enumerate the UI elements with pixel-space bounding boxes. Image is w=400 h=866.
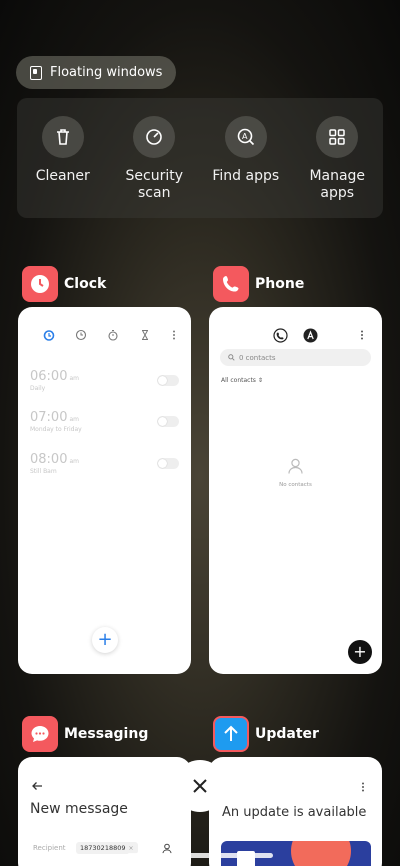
person-icon bbox=[288, 458, 303, 474]
clock-app-icon bbox=[22, 266, 58, 302]
alarm-row[interactable]: 07:00 am Monday to Friday bbox=[30, 410, 179, 444]
filter-sort-icon: ⇕ bbox=[257, 377, 263, 384]
alarm-toggle[interactable] bbox=[157, 458, 179, 469]
manage-apps-button[interactable]: Manage apps bbox=[297, 116, 377, 218]
alarm-repeat: Daily bbox=[30, 385, 46, 392]
updater-app-icon bbox=[213, 716, 249, 752]
messaging-app-icon bbox=[22, 716, 58, 752]
remove-recipient-icon[interactable]: × bbox=[129, 845, 134, 852]
alarm-repeat: Still Bam bbox=[30, 468, 57, 475]
phone-app-header[interactable]: Phone bbox=[213, 266, 304, 302]
clock-app-header[interactable]: Clock bbox=[22, 266, 106, 302]
clock-window[interactable]: 06:00 am Daily 07:00 am Monday to Friday 0… bbox=[18, 307, 191, 674]
messaging-window[interactable]: New message Recipient 18730218809 × bbox=[18, 757, 191, 866]
contacts-filter-label: All contacts bbox=[221, 377, 256, 384]
clock-app-name: Clock bbox=[64, 276, 107, 292]
alarm-time: 08:00 bbox=[30, 452, 68, 467]
clock-tabs bbox=[18, 329, 191, 341]
find-apps-label: Find apps bbox=[212, 168, 280, 184]
alarm-time: 07:00 bbox=[30, 410, 68, 425]
back-arrow-icon[interactable] bbox=[31, 781, 43, 791]
search-apps-icon: A bbox=[224, 116, 267, 158]
more-options-icon[interactable] bbox=[171, 329, 177, 341]
call-log-icon[interactable] bbox=[273, 328, 288, 343]
more-options-icon[interactable] bbox=[360, 781, 366, 793]
messaging-app-header[interactable]: Messaging bbox=[22, 716, 148, 752]
new-message-title: New message bbox=[30, 801, 128, 817]
update-available-text: An update is available bbox=[222, 805, 367, 820]
add-contact-button[interactable]: + bbox=[348, 640, 372, 664]
alarm-repeat: Monday to Friday bbox=[30, 426, 82, 433]
home-indicator[interactable] bbox=[127, 853, 273, 858]
grid-icon bbox=[316, 116, 359, 158]
recipient-number: 18730218809 bbox=[80, 844, 126, 852]
trash-icon bbox=[41, 116, 84, 158]
alarm-row[interactable]: 06:00 am Daily bbox=[30, 369, 179, 403]
floating-windows-label: Floating windows bbox=[50, 65, 163, 80]
alarm-ampm: am bbox=[69, 458, 79, 465]
search-icon bbox=[228, 354, 235, 361]
updater-app-name: Updater bbox=[255, 726, 319, 742]
phone-window[interactable]: 0 contacts All contacts ⇕ No contacts + bbox=[209, 307, 382, 674]
alarm-toggle[interactable] bbox=[157, 416, 179, 427]
contact-search-field[interactable]: 0 contacts bbox=[220, 349, 371, 366]
cleaner-label: Cleaner bbox=[35, 168, 90, 184]
alarm-toggle[interactable] bbox=[157, 375, 179, 386]
more-options-icon[interactable] bbox=[359, 329, 365, 341]
alarm-time: 06:00 bbox=[30, 369, 68, 384]
phone-app-icon bbox=[213, 266, 249, 302]
updater-app-header[interactable]: Updater bbox=[213, 716, 319, 752]
gauge-icon bbox=[133, 116, 176, 158]
security-scan-button[interactable]: Security scan bbox=[114, 116, 194, 218]
add-alarm-button[interactable]: + bbox=[92, 627, 118, 653]
floating-windows-button[interactable]: Floating windows bbox=[16, 56, 177, 89]
alarm-ampm: am bbox=[69, 375, 79, 382]
contacts-filter[interactable]: All contacts ⇕ bbox=[221, 377, 263, 384]
find-apps-button[interactable]: A Find apps bbox=[206, 116, 286, 218]
cleaner-button[interactable]: Cleaner bbox=[23, 116, 103, 218]
phone-app-name: Phone bbox=[255, 276, 305, 292]
alarm-ampm: am bbox=[69, 416, 79, 423]
timer-icon[interactable] bbox=[139, 329, 151, 341]
alarm-row[interactable]: 08:00 am Still Bam bbox=[30, 452, 179, 486]
clear-all-button[interactable] bbox=[174, 760, 226, 812]
messaging-app-name: Messaging bbox=[64, 726, 149, 742]
recipient-label: Recipient bbox=[33, 844, 66, 852]
no-contacts-text: No contacts bbox=[279, 482, 312, 488]
security-scan-label: Security scan bbox=[125, 168, 184, 201]
manage-apps-label: Manage apps bbox=[309, 168, 366, 201]
quick-tools-panel: Cleaner Security scan A Find apps Manage… bbox=[17, 98, 383, 218]
alarm-icon[interactable] bbox=[43, 329, 55, 341]
close-icon bbox=[193, 779, 207, 793]
floating-window-icon bbox=[30, 65, 42, 80]
stopwatch-icon[interactable] bbox=[107, 329, 119, 341]
world-clock-icon[interactable] bbox=[75, 329, 87, 341]
svg-text:A: A bbox=[242, 132, 248, 141]
contact-search-placeholder: 0 contacts bbox=[239, 353, 276, 362]
updater-window[interactable]: An update is available bbox=[209, 757, 382, 866]
contacts-tab-icon[interactable] bbox=[303, 328, 318, 343]
